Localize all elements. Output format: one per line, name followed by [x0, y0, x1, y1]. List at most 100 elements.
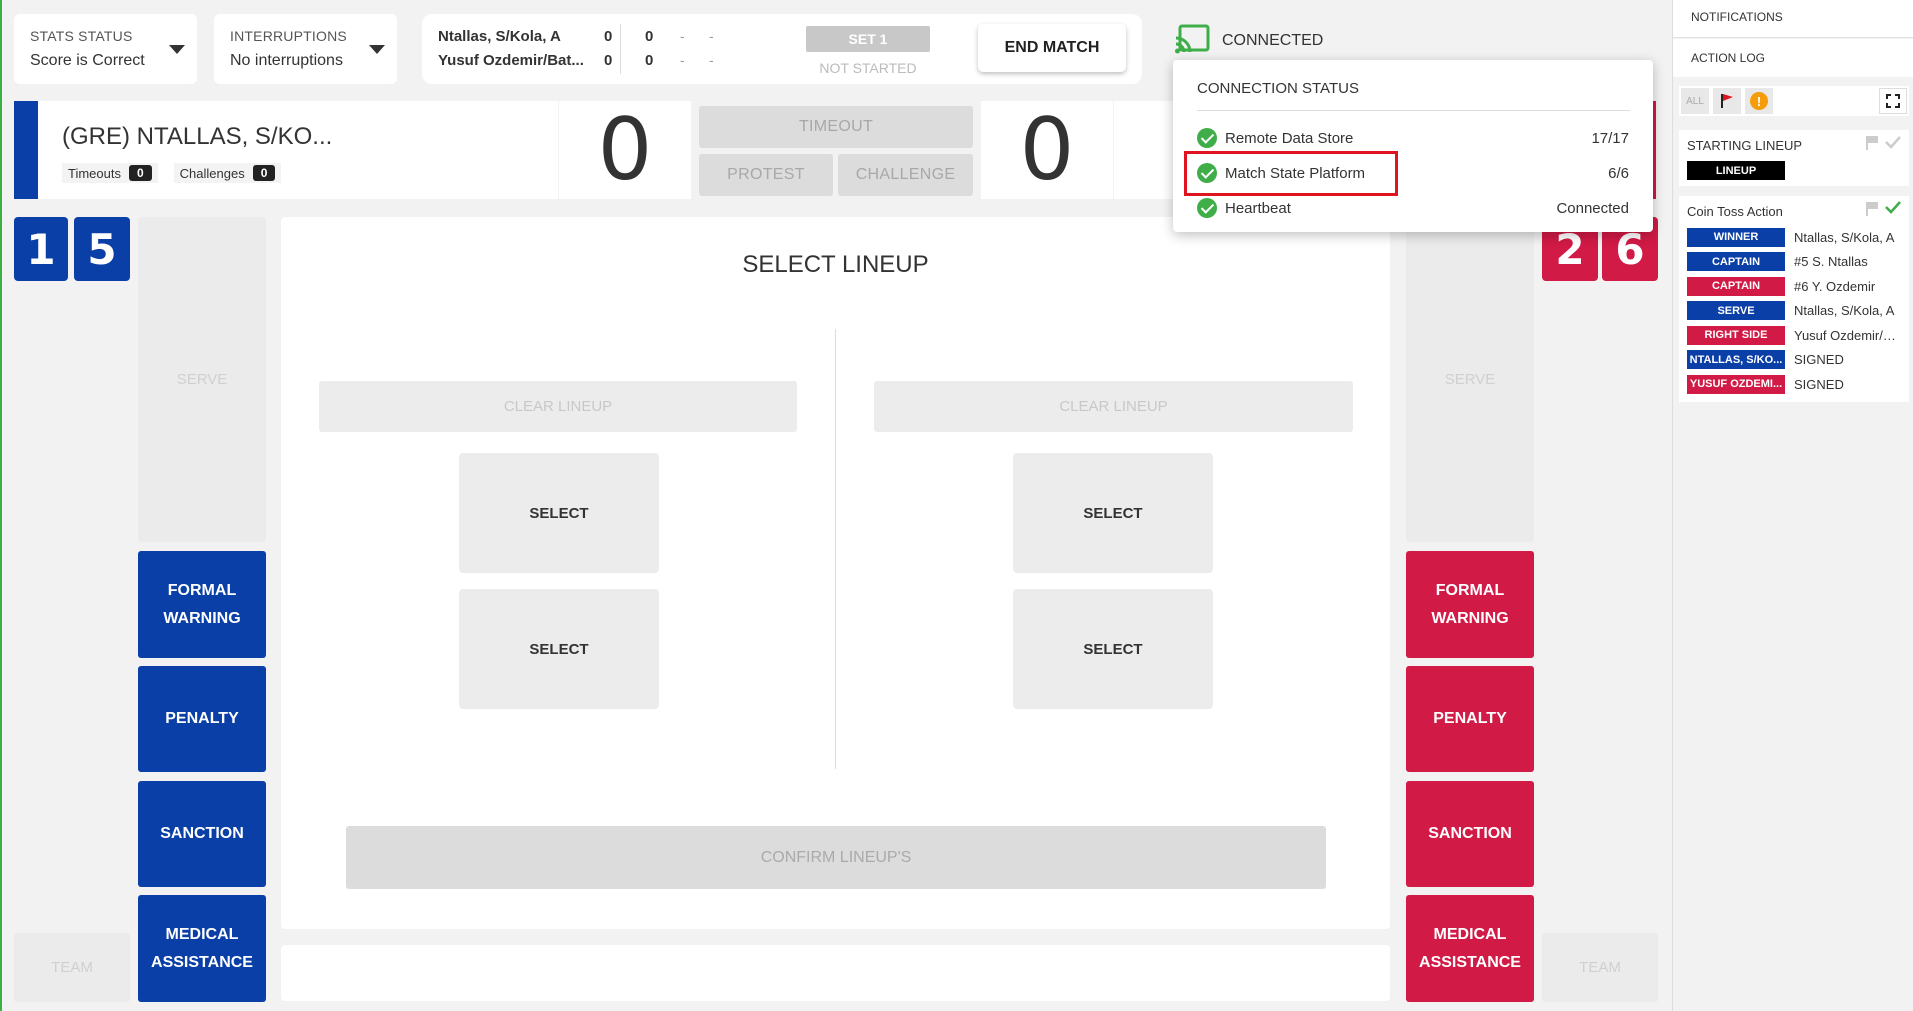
connection-popup-title: CONNECTION STATUS	[1197, 80, 1359, 97]
bottom-bar	[281, 945, 1390, 1001]
end-match-button[interactable]: END MATCH	[978, 24, 1126, 72]
right-select-player-1[interactable]: SELECT	[1013, 453, 1213, 573]
challenge-button[interactable]: CHALLENGE	[838, 154, 973, 196]
log-text: #6 Y. Ozdemir	[1794, 278, 1876, 294]
log-tag: CAPTAIN	[1687, 252, 1785, 272]
check-circle-icon	[1197, 198, 1217, 218]
right-formal-warning-button[interactable]: FORMAL WARNING	[1406, 551, 1534, 658]
left-serve-button[interactable]: SERVE	[138, 217, 266, 542]
stats-status-dropdown[interactable]: STATS STATUS Score is Correct	[14, 14, 197, 84]
log-tag: RIGHT SIDE	[1687, 325, 1785, 345]
interruptions-dropdown[interactable]: INTERRUPTIONS No interruptions	[214, 14, 397, 84]
timeout-button[interactable]: TIMEOUT	[699, 106, 973, 148]
log-text: SIGNED	[1794, 376, 1844, 392]
team-left-score-value: 0	[597, 100, 653, 200]
coin-toss-card[interactable]: Coin Toss Action WINNER Ntallas, S/Kola,…	[1679, 196, 1909, 402]
left-clear-lineup-button[interactable]: CLEAR LINEUP	[319, 381, 797, 432]
team-left-counters: Timeouts 0 Challenges 0	[62, 163, 282, 183]
log-row: RIGHT SIDE Yusuf Ozdemir/Ba...	[1687, 323, 1904, 348]
flag-icon	[1721, 94, 1733, 108]
formal-warning-line1: FORMAL	[1435, 581, 1505, 599]
team-right-score-value: 0	[1019, 100, 1075, 200]
filter-all-button[interactable]: ALL	[1681, 88, 1709, 114]
player-number-tile[interactable]: 5	[74, 217, 130, 281]
right-penalty-button[interactable]: PENALTY	[1406, 666, 1534, 772]
log-tag: YUSUF OZDEMI...	[1687, 374, 1785, 394]
log-tag: SERVE	[1687, 301, 1785, 321]
team-left-color-bar	[14, 101, 38, 199]
lineup-panel: SELECT LINEUP CLEAR LINEUP SELECT SELECT…	[281, 217, 1390, 929]
connection-status-popup: CONNECTION STATUS Remote Data Store 17/1…	[1173, 60, 1653, 232]
log-tag: WINNER	[1687, 227, 1785, 247]
connection-label[interactable]: CONNECTED	[1222, 32, 1323, 50]
starting-lineup-card[interactable]: STARTING LINEUP LINEUP	[1679, 130, 1909, 186]
log-row: CAPTAIN #6 Y. Ozdemir	[1687, 274, 1904, 299]
left-edge-bar	[0, 0, 2, 1011]
lineup-tag: LINEUP	[1687, 161, 1785, 180]
chevron-down-icon	[169, 45, 185, 54]
log-text: Yusuf Ozdemir/Ba...	[1794, 327, 1904, 343]
log-text: SIGNED	[1794, 352, 1844, 368]
medical-line2: ASSISTANCE	[1419, 953, 1521, 971]
medical-line2: ASSISTANCE	[151, 953, 253, 971]
flag-filter-button[interactable]	[1713, 88, 1741, 114]
player-number-tile[interactable]: 1	[14, 217, 68, 281]
lineup-divider	[835, 329, 836, 769]
log-tag: NTALLAS, S/KO...	[1687, 350, 1785, 370]
right-team-button[interactable]: TEAM	[1542, 933, 1658, 1002]
connection-row-name: Heartbeat	[1225, 199, 1291, 217]
team-a-name: Ntallas, S/Kola, A	[438, 28, 561, 45]
right-panel: NOTIFICATIONS ACTION LOG ALL ! STARTING …	[1672, 0, 1913, 1011]
team-b-points: 0	[645, 52, 654, 69]
medical-line1: MEDICAL	[165, 925, 239, 943]
flag-icon[interactable]	[1865, 201, 1879, 217]
checkmark-icon	[1885, 136, 1901, 149]
right-select-player-2[interactable]: SELECT	[1013, 589, 1213, 709]
confirm-lineups-button[interactable]: CONFIRM LINEUP'S	[346, 826, 1326, 889]
divider	[1197, 110, 1630, 111]
team-b-name: Yusuf Ozdemir/Bat...	[438, 52, 584, 69]
right-sanction-button[interactable]: SANCTION	[1406, 781, 1534, 887]
team-b-set2: -	[680, 52, 685, 68]
team-a-set3: -	[709, 28, 714, 44]
log-row: WINNER Ntallas, S/Kola, A	[1687, 225, 1904, 250]
formal-warning-line2: WARNING	[1431, 609, 1509, 627]
checkmark-icon	[1885, 201, 1901, 214]
medical-line1: MEDICAL	[1433, 925, 1507, 943]
action-log-tab[interactable]: ACTION LOG	[1673, 39, 1913, 77]
notifications-tab-label: NOTIFICATIONS	[1691, 10, 1783, 24]
log-row: CAPTAIN #5 S. Ntallas	[1687, 250, 1904, 275]
warning-filter-button[interactable]: !	[1745, 88, 1773, 114]
right-clear-lineup-button[interactable]: CLEAR LINEUP	[874, 381, 1353, 432]
team-left-name: (GRE) NTALLAS, S/KO...	[62, 123, 333, 150]
left-select-player-1[interactable]: SELECT	[459, 453, 659, 573]
cast-icon[interactable]	[1174, 24, 1210, 56]
divider	[620, 24, 621, 74]
left-formal-warning-button[interactable]: FORMAL WARNING	[138, 551, 266, 658]
timeouts-count: 0	[128, 165, 152, 181]
right-medical-assistance-button[interactable]: MEDICAL ASSISTANCE	[1406, 895, 1534, 1002]
left-medical-assistance-button[interactable]: MEDICAL ASSISTANCE	[138, 895, 266, 1002]
left-select-player-2[interactable]: SELECT	[459, 589, 659, 709]
left-team-button[interactable]: TEAM	[14, 933, 130, 1002]
expand-button[interactable]	[1879, 88, 1907, 114]
right-serve-button[interactable]: SERVE	[1406, 217, 1534, 542]
timeouts-counter: Timeouts 0	[62, 163, 158, 183]
formal-warning-line1: FORMAL	[167, 581, 237, 599]
set-indicator: SET 1	[806, 26, 930, 52]
team-b-set3: -	[709, 52, 714, 68]
log-tag: CAPTAIN	[1687, 276, 1785, 296]
left-penalty-button[interactable]: PENALTY	[138, 666, 266, 772]
check-circle-icon	[1197, 163, 1217, 183]
log-row: NTALLAS, S/KO... SIGNED	[1687, 348, 1904, 373]
team-a-points: 0	[645, 28, 654, 45]
coin-toss-log: WINNER Ntallas, S/Kola, A CAPTAIN #5 S. …	[1687, 225, 1904, 397]
notifications-tab[interactable]: NOTIFICATIONS	[1673, 0, 1913, 38]
stats-status-value: Score is Correct	[30, 52, 145, 69]
filter-bar: ALL !	[1679, 86, 1909, 116]
connection-row-name: Match State Platform	[1225, 164, 1366, 182]
protest-button[interactable]: PROTEST	[699, 154, 833, 196]
check-circle-icon	[1197, 128, 1217, 148]
flag-icon[interactable]	[1865, 135, 1879, 151]
left-sanction-button[interactable]: SANCTION	[138, 781, 266, 887]
